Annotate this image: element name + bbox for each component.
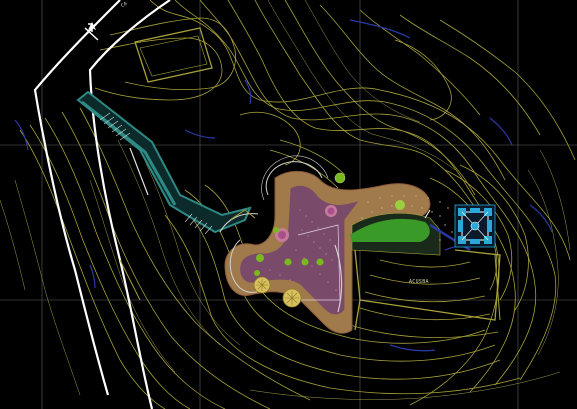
tree-symbol-icon — [316, 258, 324, 266]
plan-canvas — [0, 0, 577, 409]
tree-symbol-icon — [253, 276, 271, 294]
access-road — [33, 0, 171, 409]
tree-symbol-icon — [256, 254, 264, 262]
cad-site-plan: ACUSBA CA — [0, 0, 577, 409]
upper-building-outline — [134, 27, 213, 83]
tree-symbol-icon — [273, 227, 279, 233]
tree-symbol-icon — [334, 172, 346, 184]
tree-symbol-icon — [395, 200, 405, 210]
tree-symbol-icon — [254, 270, 260, 276]
tree-symbol-icon — [282, 288, 302, 308]
tree-symbol-icon — [325, 205, 337, 217]
area-label: ACUSBA — [409, 279, 429, 285]
retaining-walls — [354, 249, 501, 331]
pavilion-icon — [454, 204, 496, 248]
tree-symbol-icon — [284, 258, 292, 266]
walkway-ramp — [76, 90, 252, 235]
tree-symbol-icon — [301, 258, 309, 266]
